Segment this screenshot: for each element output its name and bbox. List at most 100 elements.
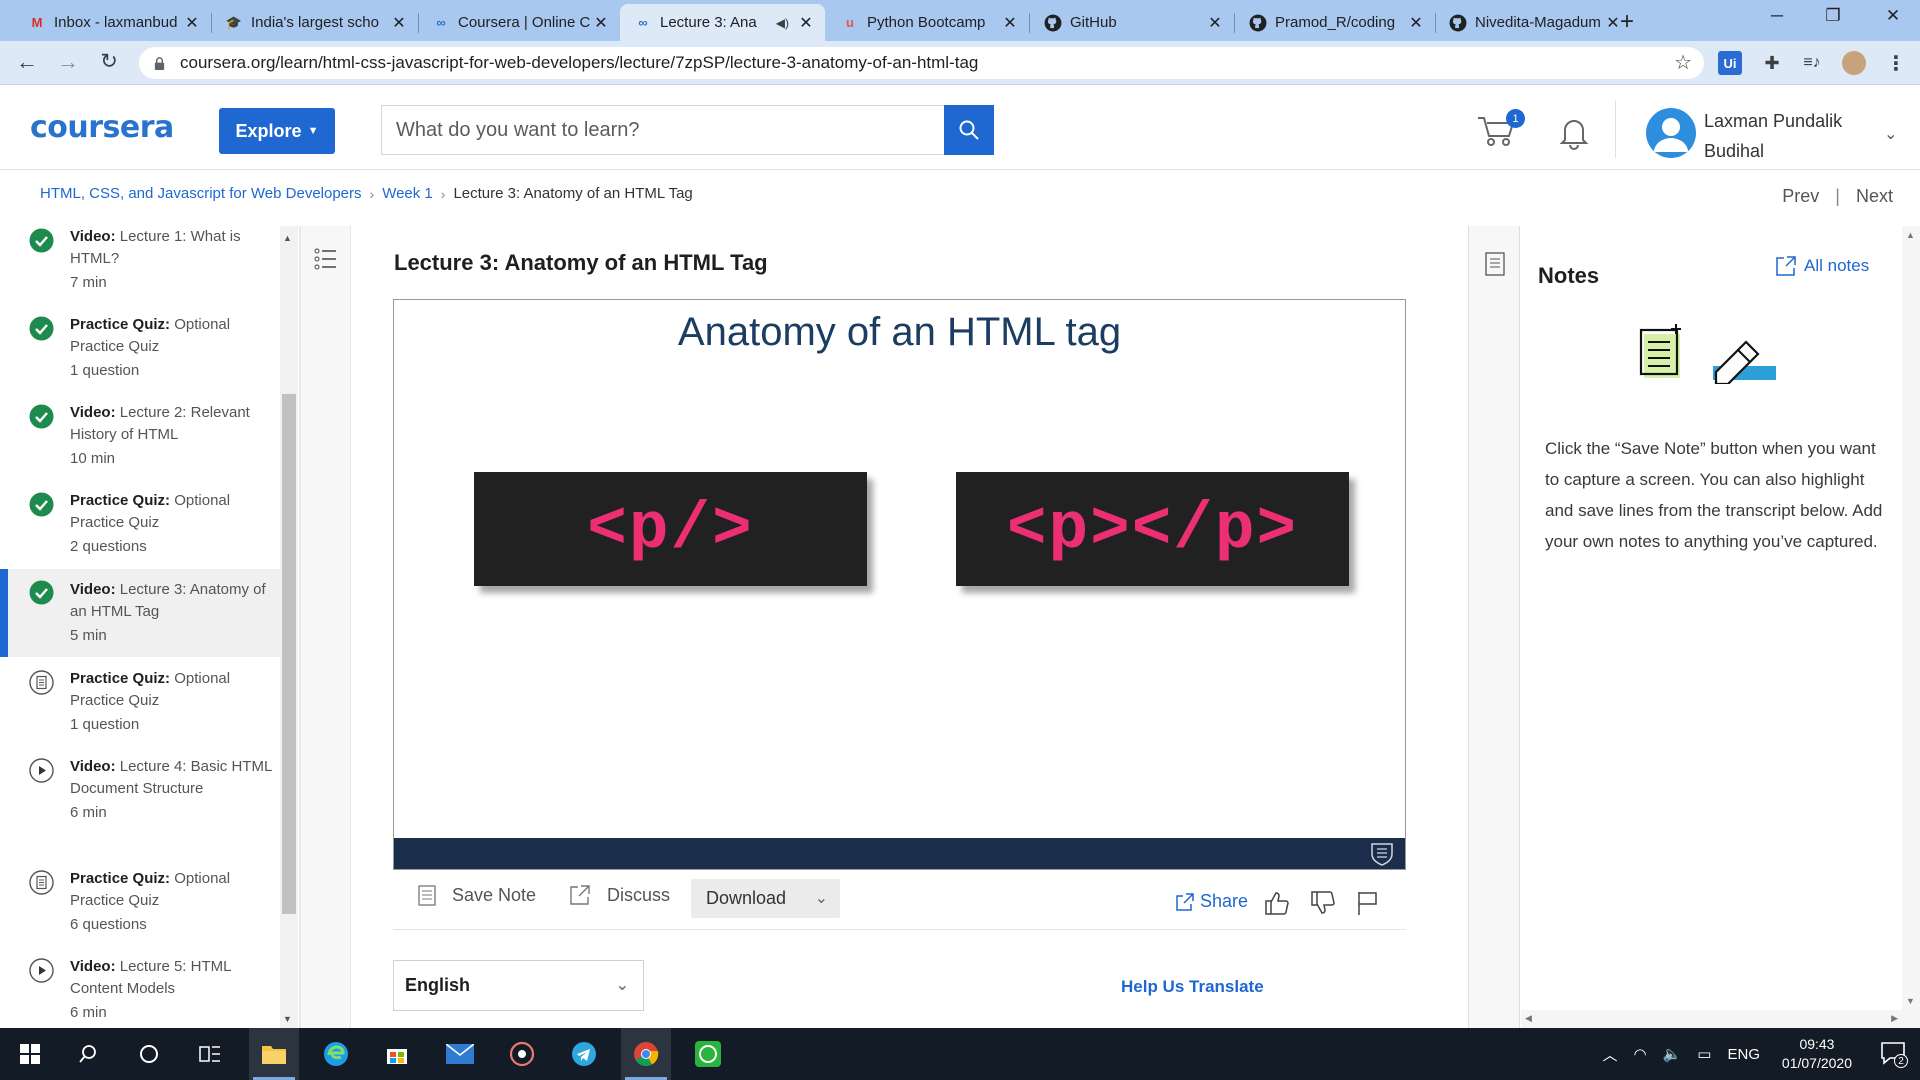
syllabus-item-current[interactable]: Video: Lecture 3: Anatomy of an HTML Tag… [0, 569, 280, 657]
close-tab-icon[interactable]: ✕ [183, 13, 201, 33]
media-control-icon[interactable]: ≡♪ [1800, 51, 1824, 75]
volume-icon[interactable]: 🔈 [1663, 1045, 1682, 1063]
horizontal-scrollbar[interactable]: ◀ ▶ [1521, 1010, 1902, 1028]
prev-button[interactable]: Prev [1782, 186, 1819, 207]
save-note-button[interactable]: Save Note [418, 884, 536, 906]
browser-tab[interactable]: u Python Bootcamp ✕ [827, 4, 1030, 41]
close-tab-icon[interactable]: ✕ [797, 13, 815, 33]
close-window-icon[interactable]: ✕ [1870, 6, 1916, 26]
back-icon[interactable]: ← [13, 49, 41, 75]
address-bar[interactable]: coursera.org/learn/html-css-javascript-f… [139, 47, 1704, 79]
flag-icon[interactable] [1355, 890, 1381, 916]
scroll-down-icon[interactable]: ▼ [1906, 996, 1915, 1006]
file-explorer-icon[interactable] [249, 1028, 299, 1080]
browser-tab[interactable]: Pramod_R/coding ✕ [1235, 4, 1436, 41]
coursera-logo[interactable]: coursera [30, 110, 174, 145]
page-scrollbar[interactable]: ▲ ▼ [1902, 226, 1920, 1028]
scroll-up-icon[interactable]: ▲ [1906, 230, 1915, 240]
next-button[interactable]: Next [1856, 186, 1893, 207]
url-text[interactable]: coursera.org/learn/html-css-javascript-f… [180, 53, 978, 73]
wifi-icon[interactable]: ◠ [1634, 1045, 1647, 1063]
store-icon[interactable] [372, 1028, 422, 1080]
sidebar-scrollbar-thumb[interactable] [282, 394, 296, 914]
syllabus-item[interactable]: Practice Quiz: Optional Practice Quiz 2 … [0, 490, 280, 562]
syllabus-item[interactable]: Video: Lecture 4: Basic HTML Document St… [0, 756, 280, 852]
bookmark-star-icon[interactable]: ☆ [1674, 50, 1692, 75]
close-tab-icon[interactable]: ✕ [390, 13, 408, 33]
syllabus-item[interactable]: Practice Quiz: Optional Practice Quiz 6 … [0, 868, 280, 940]
syllabus-item[interactable]: Video: Lecture 1: What is HTML? 7 min [0, 226, 280, 296]
edge-icon[interactable] [311, 1028, 361, 1080]
breadcrumb-week-link[interactable]: Week 1 [382, 185, 433, 202]
browser-tab[interactable]: ∞ Coursera | Online C ✕ [418, 4, 620, 41]
browser-tab[interactable]: 🎓 India's largest scho ✕ [211, 4, 419, 41]
video-player[interactable]: Anatomy of an HTML tag <p/> <p></p> [393, 299, 1406, 870]
help-translate-link[interactable]: Help Us Translate [1121, 977, 1264, 997]
close-tab-icon[interactable]: ✕ [1001, 13, 1019, 33]
scroll-up-icon[interactable]: ▲ [283, 233, 292, 243]
browser-tab[interactable]: Nivedita-Magadum ✕ [1435, 4, 1632, 41]
search-button[interactable] [944, 105, 994, 155]
bell-icon[interactable] [1556, 114, 1592, 150]
completed-check-icon [29, 228, 54, 253]
syllabus-item[interactable]: Video: Lecture 5: HTML Content Models 6 … [0, 956, 280, 1028]
task-view-icon[interactable] [185, 1028, 235, 1080]
telegram-icon[interactable] [559, 1028, 609, 1080]
syllabus-item[interactable]: Video: Lecture 2: Relevant History of HT… [0, 402, 280, 474]
share-button[interactable]: Share [1176, 891, 1248, 912]
browser-tab[interactable]: GitHub ✕ [1030, 4, 1235, 41]
new-tab-button[interactable]: + [1620, 8, 1634, 36]
user-name[interactable]: Laxman Pundalik Budihal [1704, 106, 1874, 166]
language-indicator[interactable]: ENG [1727, 1046, 1760, 1063]
close-tab-icon[interactable]: ✕ [592, 13, 610, 33]
breadcrumb-course-link[interactable]: HTML, CSS, and Javascript for Web Develo… [40, 185, 362, 202]
browser-tab-active[interactable]: ∞ Lecture 3: Ana ◀︎) ✕ [620, 4, 825, 41]
audio-playing-icon[interactable]: ◀︎) [776, 16, 789, 30]
close-tab-icon[interactable]: ✕ [1407, 13, 1425, 33]
profile-avatar-icon[interactable] [1842, 51, 1866, 75]
clock[interactable]: 09:43 01/07/2020 [1782, 1035, 1852, 1073]
mail-icon[interactable] [435, 1028, 485, 1080]
breadcrumb-current: Lecture 3: Anatomy of an HTML Tag [453, 185, 693, 202]
chrome-menu-icon[interactable]: ⋮ [1884, 51, 1908, 75]
uipath-icon[interactable]: Ui [1718, 51, 1742, 75]
battery-icon[interactable]: ▭ [1697, 1045, 1711, 1063]
reload-icon[interactable]: ↻ [95, 49, 123, 74]
header-divider [1615, 100, 1616, 158]
syllabus-item[interactable]: Practice Quiz: Optional Practice Quiz 1 … [0, 668, 280, 740]
discuss-button[interactable]: Discuss [569, 884, 670, 906]
puzzle-icon[interactable]: ✚ [1760, 51, 1784, 75]
search-icon[interactable] [63, 1028, 113, 1080]
windows-start-icon[interactable] [5, 1028, 55, 1080]
explore-button[interactable]: Explore ▼ [219, 108, 335, 154]
avatar[interactable] [1646, 108, 1696, 158]
cortana-icon[interactable] [124, 1028, 174, 1080]
lock-icon[interactable] [153, 56, 166, 70]
external-link-icon [1776, 256, 1796, 276]
list-icon[interactable] [314, 248, 338, 270]
restore-icon[interactable]: ❐ [1810, 6, 1856, 26]
scroll-left-icon[interactable]: ◀ [1525, 1013, 1532, 1024]
notes-icon[interactable] [1485, 252, 1505, 276]
whatsapp-icon[interactable] [683, 1028, 733, 1080]
close-tab-icon[interactable]: ✕ [1206, 13, 1224, 33]
outline-rail [301, 226, 351, 1028]
video-control-bar[interactable] [394, 838, 1405, 869]
chevron-down-icon[interactable]: ⌄ [1884, 124, 1897, 144]
all-notes-link[interactable]: All notes [1776, 256, 1869, 276]
minimize-icon[interactable]: ─ [1754, 6, 1800, 26]
scroll-right-icon[interactable]: ▶ [1891, 1013, 1898, 1024]
media-player-icon[interactable] [497, 1028, 547, 1080]
chevron-up-icon[interactable]: ︿ [1603, 1044, 1618, 1065]
scroll-down-icon[interactable]: ▼ [283, 1014, 292, 1024]
search-input[interactable] [381, 105, 945, 155]
syllabus-item[interactable]: Practice Quiz: Optional Practice Quiz 1 … [0, 314, 280, 386]
thumbs-up-icon[interactable] [1264, 890, 1290, 916]
chrome-icon[interactable] [621, 1028, 671, 1080]
thumbs-down-icon[interactable] [1310, 890, 1336, 916]
download-dropdown[interactable]: Download ⌄ [691, 879, 840, 918]
notification-center-icon[interactable]: 2 [1880, 1040, 1908, 1068]
browser-tab[interactable]: M Inbox - laxmanbud ✕ [14, 4, 212, 41]
language-select[interactable]: English ⌄ [393, 960, 644, 1011]
forward-icon[interactable]: → [54, 49, 82, 75]
